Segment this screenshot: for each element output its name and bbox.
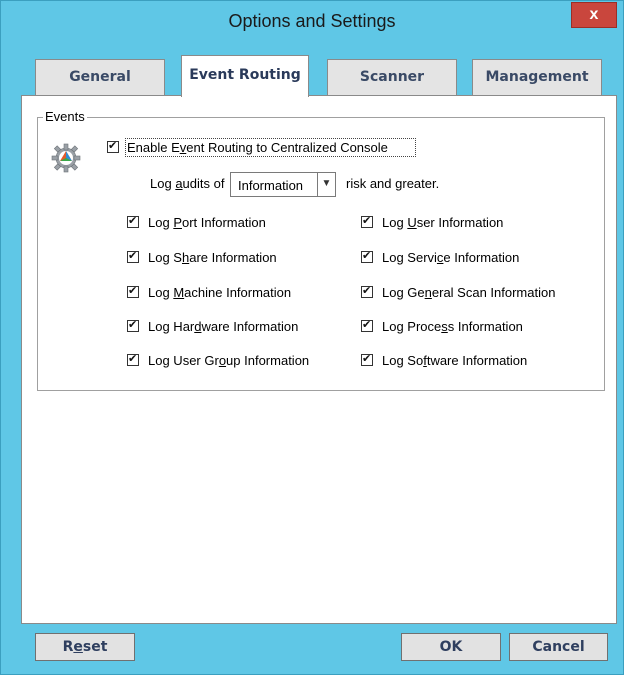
risk-suffix-label: risk and greater. [346,176,440,191]
log-hardware-checkbox[interactable] [127,318,139,332]
close-button[interactable]: x [571,2,617,28]
chevron-down-icon[interactable]: ▼ [317,173,335,196]
log-audits-label: Log audits of [150,176,225,191]
log-general-scan-label[interactable]: Log General Scan Information [382,285,555,300]
log-service-label[interactable]: Log Service Information [382,250,519,265]
log-machine-checkbox[interactable] [127,284,139,298]
risk-level-value: Information [238,178,304,193]
reset-button[interactable]: Reset [35,633,135,661]
log-user-group-checkbox[interactable] [127,352,139,366]
events-groupbox [37,117,605,391]
log-process-label[interactable]: Log Process Information [382,319,523,334]
cancel-button[interactable]: Cancel [509,633,608,661]
log-general-scan-checkbox[interactable] [361,284,373,298]
log-user-checkbox[interactable] [361,214,373,228]
tab-event-routing[interactable]: Event Routing [181,55,309,97]
log-user-label[interactable]: Log User Information [382,215,503,230]
tab-general[interactable]: General [35,59,165,95]
enable-event-routing-label[interactable]: Enable Event Routing to Centralized Cons… [127,140,388,155]
log-service-checkbox[interactable] [361,249,373,263]
log-software-checkbox[interactable] [361,352,373,366]
log-share-checkbox[interactable] [127,249,139,263]
log-process-checkbox[interactable] [361,318,373,332]
log-port-checkbox[interactable] [127,214,139,228]
options-dialog: Options and Settings x General Event Rou… [0,0,624,675]
event-routing-gear-icon [51,143,81,173]
window-title: Options and Settings [228,11,396,31]
log-hardware-label[interactable]: Log Hardware Information [148,319,298,334]
ok-button[interactable]: OK [401,633,501,661]
tab-scanner[interactable]: Scanner [327,59,457,95]
log-share-label[interactable]: Log Share Information [148,250,277,265]
risk-level-select[interactable]: Information ▼ [230,172,336,197]
enable-event-routing-checkbox[interactable] [107,139,119,153]
log-machine-label[interactable]: Log Machine Information [148,285,291,300]
log-port-label[interactable]: Log Port Information [148,215,266,230]
log-software-label[interactable]: Log Software Information [382,353,527,368]
title-bar[interactable]: Options and Settings x [1,1,623,45]
tab-management[interactable]: Management [472,59,602,95]
events-group-label: Events [43,109,87,124]
log-user-group-label[interactable]: Log User Group Information [148,353,309,368]
